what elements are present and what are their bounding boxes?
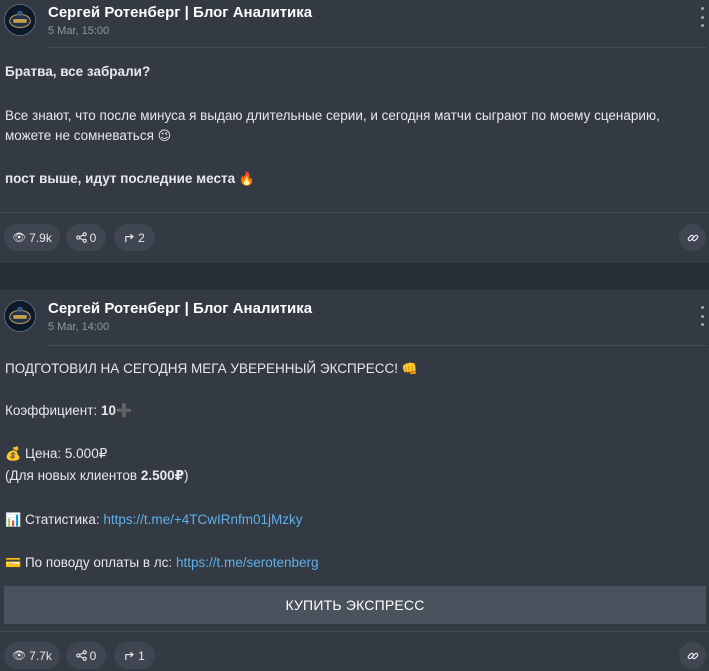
copy-link-button[interactable] (679, 224, 706, 251)
post-text-line: (Для новых клиентов 2.500₽) (5, 468, 189, 483)
post-text-line: Братва, все забрали? (5, 64, 151, 79)
footer-divider (0, 212, 709, 213)
post-date: 5 Mar, 15:00 (48, 25, 110, 37)
post-text-line: 📊 Статистика: https://t.me/+4TCwIRnfm01j… (5, 512, 303, 528)
copy-link-button[interactable] (679, 642, 706, 669)
bar-chart-emoji: 📊 (5, 513, 22, 528)
shares-counter[interactable]: 1 (114, 642, 155, 669)
footer-divider (0, 631, 709, 632)
channel-avatar[interactable] (4, 4, 36, 36)
post-text-line: Коэффициент: 10➕ (5, 403, 133, 419)
views-counter[interactable]: 👁 7.7k (4, 642, 60, 669)
fire-emoji: 🔥 (238, 172, 256, 187)
post-date: 5 Mar, 14:00 (48, 321, 110, 333)
plus-emoji: ➕ (115, 404, 133, 419)
more-vertical-icon[interactable] (698, 306, 706, 326)
eye-icon: 👁 (12, 649, 27, 662)
views-counter[interactable]: 👁 7.9k (4, 224, 60, 251)
reactions-counter[interactable]: 0 (66, 642, 106, 669)
post-text-line: ПОДГОТОВИЛ НА СЕГОДНЯ МЕГА УВЕРЕННЫЙ ЭКС… (5, 361, 418, 377)
post-text-line: 💰 Цена: 5.000₽ (5, 446, 108, 462)
more-vertical-icon[interactable] (698, 7, 706, 27)
post-separator (0, 263, 709, 290)
post-text-line: 💳 По поводу оплаты в лс: https://t.me/se… (5, 555, 319, 571)
link-icon (687, 652, 698, 659)
post-card: Сергей Ротенберг | Блог Аналитика 5 Mar,… (0, 0, 709, 263)
wink-emoji: 😉 (157, 129, 172, 144)
channel-name[interactable]: Сергей Ротенберг | Блог Аналитика (48, 4, 312, 21)
eye-icon: 👁 (12, 231, 27, 244)
money-bag-emoji: 💰 (5, 447, 22, 462)
stats-link[interactable]: https://t.me/+4TCwIRnfm01jMzky (103, 512, 302, 527)
channel-name[interactable]: Сергей Ротенберг | Блог Аналитика (48, 300, 312, 317)
post-text-line: можете не сомневаться 😉 (5, 128, 172, 144)
payment-link[interactable]: https://t.me/serotenberg (176, 555, 319, 570)
header-divider (48, 47, 706, 48)
buy-express-button[interactable]: КУПИТЬ ЭКСПРЕСС (4, 586, 706, 624)
reactions-counter[interactable]: 0 (66, 224, 106, 251)
share-nodes-icon (75, 650, 87, 661)
header-divider (48, 345, 706, 346)
post-text-line: пост выше, идут последние места 🔥 (5, 171, 256, 187)
forward-arrow-icon (125, 233, 135, 243)
credit-card-emoji: 💳 (5, 556, 22, 571)
shares-counter[interactable]: 2 (114, 224, 155, 251)
channel-avatar[interactable] (4, 300, 36, 332)
share-nodes-icon (75, 232, 87, 243)
fist-emoji: 👊 (401, 362, 418, 377)
forward-arrow-icon (125, 651, 135, 661)
link-icon (687, 234, 698, 241)
post-text-line: Все знают, что после минуса я выдаю длит… (5, 108, 660, 123)
post-card: Сергей Ротенберг | Блог Аналитика 5 Mar,… (0, 290, 709, 671)
